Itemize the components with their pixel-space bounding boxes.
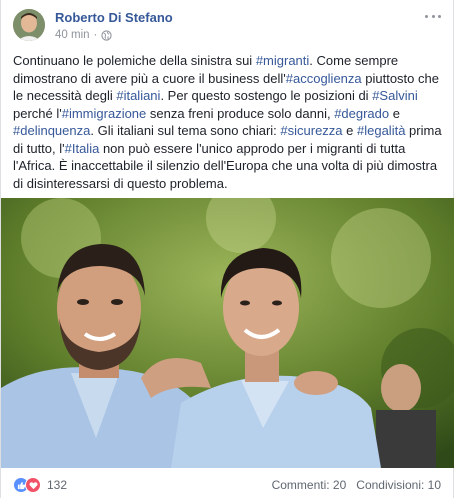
text-segment: e [389,105,400,121]
hashtag-link[interactable]: #immigrazione [62,106,147,121]
hashtag-link[interactable]: #migranti [256,53,309,68]
meta-separator: · [93,29,98,41]
hashtag-link[interactable]: #Italia [65,141,100,156]
text-segment: e [342,123,357,138]
hashtag-link[interactable]: #Salvini [372,88,418,103]
text-segment: Continuano le polemiche della sinistra s… [13,53,256,68]
text-segment: senza freni produce solo danni, [146,105,335,121]
shares-count[interactable]: Condivisioni: 10 [356,478,441,492]
post-meta: 40 min · [55,29,113,41]
post-footer: 132 Commenti: 20 Condivisioni: 10 [13,476,441,494]
text-segment: perché l' [13,105,62,121]
hashtag-link[interactable]: #legalità [357,123,405,138]
post-card: Roberto Di Stefano 40 min · Continuano l… [0,0,454,498]
love-reaction-icon[interactable] [25,477,41,493]
post-text: Continuano le polemiche della sinistra s… [13,52,445,192]
post-time[interactable]: 40 min [55,29,90,41]
hashtag-link[interactable]: #italiani [116,88,160,103]
hashtag-link[interactable]: #sicurezza [280,123,342,138]
text-segment: . Per questo sostengo le posizioni di [160,88,373,103]
avatar-image [13,9,45,41]
globe-icon[interactable] [101,29,113,41]
comments-count[interactable]: Commenti: 20 [272,478,347,492]
hashtag-link[interactable]: #degrado [334,106,389,121]
hashtag-link[interactable]: #delinquenza [13,123,90,138]
more-dot [431,14,435,18]
reactions-summary[interactable]: 132 [13,477,67,493]
author-avatar[interactable] [13,9,45,41]
post-photo[interactable] [1,198,454,468]
photo-image [1,198,454,468]
more-options-icon[interactable] [425,11,441,21]
author-name[interactable]: Roberto Di Stefano [55,10,173,25]
post-stats: Commenti: 20 Condivisioni: 10 [272,478,441,492]
text-segment: . Gli italiani sul tema sono chiari: [90,123,281,138]
heart-glyph [29,481,37,489]
more-dot [425,14,428,18]
hashtag-link[interactable]: #accoglienza [286,71,362,86]
reaction-count[interactable]: 132 [47,478,67,492]
post-header: Roberto Di Stefano 40 min · [13,9,443,49]
more-dot [438,14,441,18]
